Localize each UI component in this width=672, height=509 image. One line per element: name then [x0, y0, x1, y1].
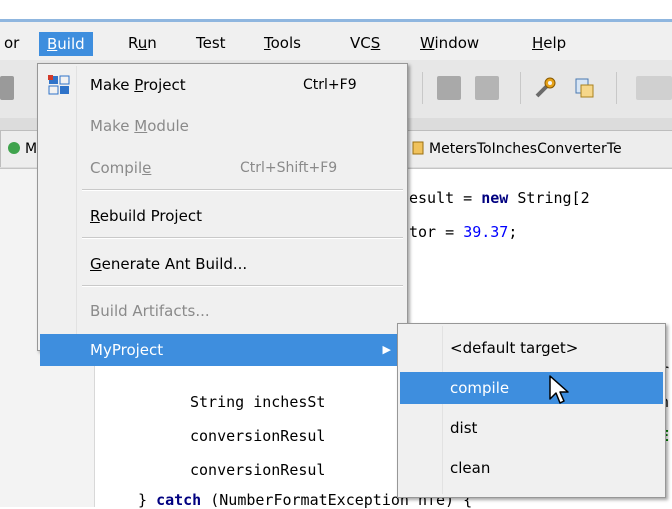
submenu-item-dist[interactable]: dist [400, 412, 663, 444]
menu-item-compile[interactable]: Compile Ctrl+Shift+F9 [40, 152, 405, 184]
menu-item-rebuild-project[interactable]: Rebuild Project [40, 200, 405, 232]
menu-separator [82, 285, 403, 287]
submenu-item-default-target[interactable]: <default target> [400, 332, 663, 364]
code-line: conversionResul [190, 427, 326, 445]
java-test-icon [412, 141, 424, 155]
menu-bar: or Build Run Test Tools VCS Window Help [0, 22, 672, 60]
code-line: String inchesSt [190, 393, 326, 411]
myproject-submenu: <default target> compile dist clean [397, 323, 666, 498]
toolbar-separator [520, 72, 521, 104]
menu-item-build-artifacts[interactable]: Build Artifacts... [40, 295, 405, 327]
project-structure-icon[interactable] [572, 76, 596, 100]
code-line: tor = 39.37; [409, 223, 518, 241]
menu-item-myproject[interactable]: MyProject ▶ [40, 334, 405, 366]
toolbar-separator [616, 72, 617, 104]
toolbar-icon-partial-right[interactable] [636, 76, 672, 100]
submenu-item-compile[interactable]: compile [400, 372, 663, 404]
submenu-item-clean[interactable]: clean [400, 452, 663, 484]
build-icon-disabled[interactable] [437, 76, 461, 100]
toolbar-icon-partial[interactable] [0, 76, 14, 100]
java-class-icon [8, 142, 20, 154]
build-menu-dropdown: Make Project Ctrl+F9 Make Module Compile… [37, 63, 408, 366]
build-module-icon-disabled[interactable] [475, 76, 499, 100]
menu-editor-partial[interactable]: or [2, 30, 21, 56]
toolbar-separator [422, 72, 423, 104]
make-project-icon [48, 75, 70, 95]
menu-help[interactable]: Help [530, 30, 568, 56]
menu-run[interactable]: Run [126, 30, 159, 56]
menu-item-make-module[interactable]: Make Module [40, 110, 405, 142]
code-line: esult = new String[2 [409, 189, 590, 207]
menu-separator [82, 189, 403, 191]
submenu-arrow-icon: ▶ [382, 343, 391, 356]
menu-item-make-project[interactable]: Make Project Ctrl+F9 [40, 69, 405, 101]
mouse-pointer-icon [549, 375, 569, 404]
title-bar [0, 0, 672, 22]
menu-test[interactable]: Test [194, 30, 228, 56]
menu-separator [82, 237, 403, 239]
settings-wrench-icon[interactable] [534, 76, 558, 100]
menu-window[interactable]: Window [418, 30, 481, 56]
menu-build[interactable]: Build [39, 32, 93, 56]
code-line: conversionResul [190, 461, 326, 479]
menu-vcs[interactable]: VCS [348, 30, 382, 56]
menu-item-generate-ant-build[interactable]: Generate Ant Build... [40, 248, 405, 280]
tab-meters-to-inches-test[interactable]: MetersToInchesConverterTe [404, 130, 672, 167]
menu-tools[interactable]: Tools [262, 30, 303, 56]
